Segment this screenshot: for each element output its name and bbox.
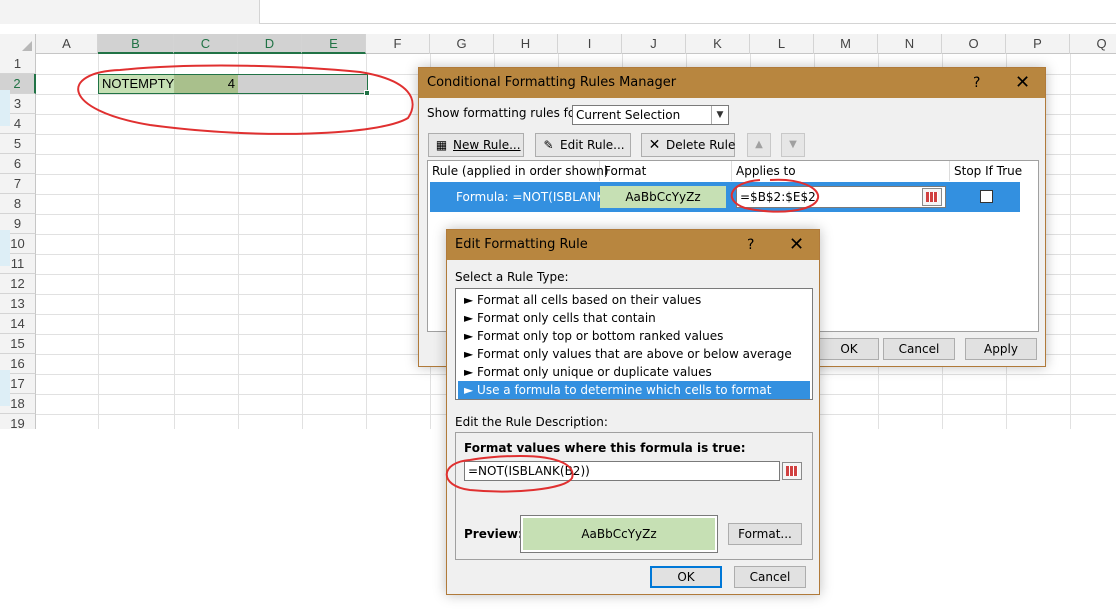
- row-header-8[interactable]: 8: [0, 194, 36, 214]
- close-button[interactable]: ✕: [1015, 68, 1030, 98]
- column-header-l[interactable]: L: [750, 34, 814, 54]
- rule-description-box: Format values where this formula is true…: [455, 432, 813, 560]
- stop-if-true-checkbox[interactable]: [980, 190, 993, 203]
- formula-input[interactable]: =NOT(ISBLANK(B2)): [464, 461, 780, 481]
- top-strip: [0, 0, 1116, 24]
- delete-rule-button[interactable]: ✕ Delete Rule: [641, 133, 735, 157]
- format-column-header: Format: [600, 161, 732, 181]
- column-header-c[interactable]: C: [174, 34, 238, 54]
- select-all-corner[interactable]: [0, 34, 36, 54]
- row-header-13[interactable]: 13: [0, 294, 36, 314]
- rule-type-item[interactable]: ► Format only cells that contain: [458, 309, 810, 327]
- edit-rule-icon: ✎: [543, 138, 554, 152]
- range-picker-icon[interactable]: [922, 188, 942, 206]
- column-header-k[interactable]: K: [686, 34, 750, 54]
- show-rules-value: Current Selection: [576, 108, 681, 122]
- column-header-p[interactable]: P: [1006, 34, 1070, 54]
- rule-type-item[interactable]: ► Format only top or bottom ranked value…: [458, 327, 810, 345]
- column-header-row: A B C D E F G H I J K L M N O P Q: [0, 34, 1116, 54]
- name-box-area: [0, 0, 260, 24]
- stop-column-header: Stop If True: [954, 164, 1023, 178]
- column-header-o[interactable]: O: [942, 34, 1006, 54]
- column-header-e[interactable]: E: [302, 34, 366, 54]
- row-header-1[interactable]: 1: [0, 54, 36, 74]
- rules-manager-title: Conditional Formatting Rules Manager: [427, 75, 677, 90]
- manager-apply-button[interactable]: Apply: [965, 338, 1037, 360]
- show-rules-label: Show formatting rules for:: [427, 106, 584, 120]
- move-up-button[interactable]: ▲: [747, 133, 771, 157]
- manager-ok-button[interactable]: OK: [819, 338, 879, 360]
- preview-label: Preview:: [464, 527, 523, 541]
- rule-format-preview: AaBbCcYyZz: [600, 186, 726, 208]
- rule-type-item[interactable]: ► Format all cells based on their values: [458, 291, 810, 309]
- rules-manager-titlebar[interactable]: Conditional Formatting Rules Manager ? ✕: [419, 68, 1045, 98]
- row-header-19[interactable]: 19: [0, 414, 36, 429]
- delete-x-icon: ✕: [648, 137, 661, 153]
- manager-cancel-button[interactable]: Cancel: [883, 338, 955, 360]
- row-header-12[interactable]: 12: [0, 274, 36, 294]
- format-preview-text: AaBbCcYyZz: [523, 518, 715, 550]
- column-header-b[interactable]: B: [98, 34, 174, 54]
- column-header-d[interactable]: D: [238, 34, 302, 54]
- column-header-g[interactable]: G: [430, 34, 494, 54]
- column-header-i[interactable]: I: [558, 34, 622, 54]
- row-header-15[interactable]: 15: [0, 334, 36, 354]
- rule-row-selected[interactable]: Formula: =NOT(ISBLANK... AaBbCcYyZz =$B$…: [430, 182, 1020, 212]
- show-rules-select[interactable]: Current Selection ▼: [572, 105, 729, 125]
- edit-rule-dialog: Edit Formatting Rule ? ✕ Select a Rule T…: [446, 229, 820, 595]
- help-button[interactable]: ?: [747, 230, 754, 260]
- row-header-6[interactable]: 6: [0, 154, 36, 174]
- column-header-a[interactable]: A: [36, 34, 98, 54]
- side-pane-fragment: [0, 90, 10, 126]
- applies-to-input[interactable]: =$B$2:$E$2: [736, 186, 946, 208]
- new-rule-icon: ▦: [435, 138, 448, 152]
- formula-label: Format values where this formula is true…: [464, 441, 746, 455]
- cell-c2[interactable]: 4: [174, 74, 238, 94]
- rule-type-list: ► Format all cells based on their values…: [455, 288, 813, 400]
- row-header-5[interactable]: 5: [0, 134, 36, 154]
- column-header-q[interactable]: Q: [1070, 34, 1116, 54]
- side-pane-fragment: [0, 230, 10, 266]
- side-pane-fragment: [0, 370, 10, 406]
- format-preview-box: AaBbCcYyZz: [520, 515, 718, 553]
- row-header-14[interactable]: 14: [0, 314, 36, 334]
- close-button[interactable]: ✕: [789, 230, 804, 260]
- format-button[interactable]: Format...: [728, 523, 802, 545]
- range-picker-icon[interactable]: [782, 462, 802, 480]
- rule-formula-text: Formula: =NOT(ISBLANK...: [456, 190, 616, 204]
- move-down-button[interactable]: ▼: [781, 133, 805, 157]
- row-header-7[interactable]: 7: [0, 174, 36, 194]
- cell-b2[interactable]: NOTEMPTY: [98, 74, 174, 94]
- edit-ok-button[interactable]: OK: [650, 566, 722, 588]
- applies-column-header: Applies to: [732, 161, 950, 181]
- chevron-down-icon: ▼: [711, 106, 728, 124]
- column-header-j[interactable]: J: [622, 34, 686, 54]
- edit-rule-button[interactable]: ✎ Edit Rule...: [535, 133, 631, 157]
- column-header-n[interactable]: N: [878, 34, 942, 54]
- column-header-m[interactable]: M: [814, 34, 878, 54]
- edit-description-label: Edit the Rule Description:: [455, 415, 608, 429]
- column-header-f[interactable]: F: [366, 34, 430, 54]
- help-button[interactable]: ?: [973, 68, 980, 98]
- edit-cancel-button[interactable]: Cancel: [734, 566, 806, 588]
- cell-d2-e2[interactable]: [238, 74, 368, 94]
- edit-rule-title: Edit Formatting Rule: [455, 237, 588, 252]
- column-header-h[interactable]: H: [494, 34, 558, 54]
- fill-handle[interactable]: [364, 90, 370, 96]
- rule-type-item[interactable]: ► Format only unique or duplicate values: [458, 363, 810, 381]
- new-rule-button[interactable]: ▦ New Rule...: [428, 133, 524, 157]
- select-rule-type-label: Select a Rule Type:: [455, 270, 569, 284]
- edit-rule-titlebar[interactable]: Edit Formatting Rule ? ✕: [447, 230, 819, 260]
- rule-column-header: Rule (applied in order shown): [428, 161, 609, 181]
- rule-type-item[interactable]: ► Format only values that are above or b…: [458, 345, 810, 363]
- rule-type-item-selected[interactable]: ► Use a formula to determine which cells…: [458, 381, 810, 399]
